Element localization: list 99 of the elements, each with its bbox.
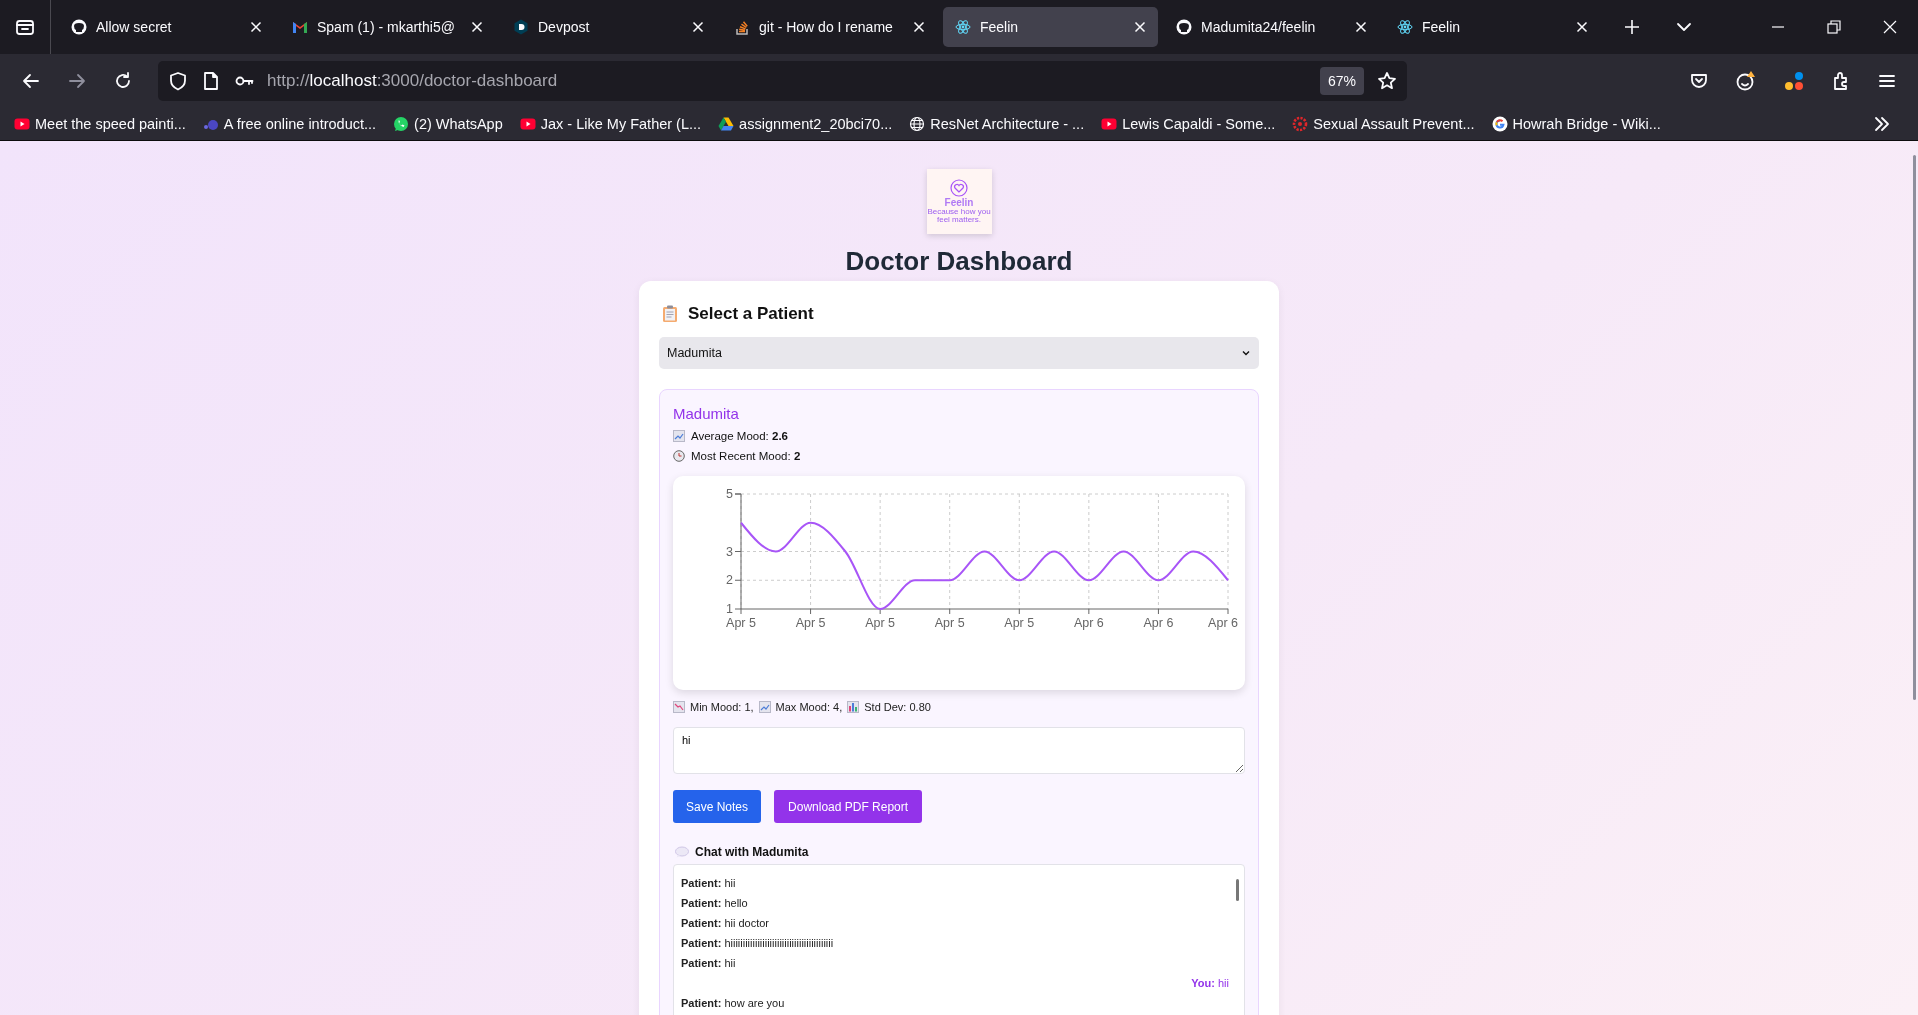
- atom-icon: [955, 19, 971, 35]
- logo-text: Feelin: [944, 197, 974, 208]
- page-icon[interactable]: [201, 71, 221, 91]
- back-arrow-icon[interactable]: [21, 71, 41, 91]
- close-icon[interactable]: [1355, 21, 1367, 33]
- bookmark-link[interactable]: ResNet Architecture - ...: [909, 116, 1085, 132]
- stat-text: Max Mood: 4,: [775, 701, 843, 713]
- chat-message: Patient: hello: [681, 896, 748, 911]
- chat-message: Patient: how are you: [681, 996, 785, 1011]
- globe-icon: [909, 116, 926, 132]
- chart-up-icon: [673, 430, 685, 442]
- close-icon[interactable]: [1576, 21, 1588, 33]
- forward-arrow-icon[interactable]: [67, 71, 87, 91]
- browser-tab[interactable]: Feelin: [1385, 7, 1600, 47]
- bookmark-link[interactable]: Sexual Assault Prevent...: [1292, 116, 1475, 132]
- axis-label: Apr 5: [795, 616, 826, 630]
- dots-icon[interactable]: [1783, 70, 1805, 92]
- speech-bubble-icon: [675, 846, 689, 858]
- chat-message: Patient: hii: [681, 956, 736, 971]
- close-icon[interactable]: [250, 21, 262, 33]
- circle-logo-icon: [1491, 116, 1508, 132]
- chart-up-icon: [758, 701, 771, 713]
- play-icon: [519, 116, 536, 132]
- axis-label: Apr 6: [1208, 616, 1238, 630]
- bookmark-link[interactable]: assignment2_20bci70...: [718, 116, 893, 132]
- account-icon[interactable]: [1735, 70, 1757, 92]
- bookmark-link[interactable]: A free online introduct...: [202, 116, 377, 132]
- clock-icon: [673, 450, 685, 462]
- chat-message: You: hii: [1191, 976, 1229, 991]
- clipboard-icon: [662, 305, 678, 323]
- bookmark-link[interactable]: Meet the speed painti...: [14, 116, 186, 132]
- envelope-icon: [292, 19, 308, 35]
- circle-logo-icon: [71, 19, 87, 35]
- close-icon[interactable]: [1134, 21, 1146, 33]
- hexagon-icon: [513, 19, 529, 35]
- page-scrollbar[interactable]: [1913, 155, 1916, 700]
- bookmark-link[interactable]: Howrah Bridge - Wiki...: [1491, 116, 1661, 132]
- axis-label: Apr 5: [865, 616, 896, 630]
- restore-icon[interactable]: [1827, 20, 1841, 34]
- url-text: http://localhost:3000/doctor-dashboard: [267, 71, 558, 91]
- bar-chart-icon: [847, 701, 860, 713]
- ring-icon: [1292, 116, 1309, 132]
- axis-label: Apr 5: [726, 616, 756, 630]
- triangle-icon: [718, 116, 735, 132]
- browser-tab[interactable]: Madumita24/feelin: [1164, 7, 1379, 47]
- close-icon[interactable]: [913, 21, 925, 33]
- zoom-level-button[interactable]: 67%: [1319, 67, 1364, 95]
- browser-tab[interactable]: Feelin: [943, 7, 1158, 47]
- patient-name: Madumita: [673, 404, 740, 424]
- axis-label: 2: [726, 573, 733, 588]
- close-icon[interactable]: [471, 21, 483, 33]
- star-icon[interactable]: [1377, 71, 1397, 91]
- reload-icon[interactable]: [113, 71, 133, 91]
- axis-label: 1: [726, 602, 733, 616]
- atom-icon: [1397, 19, 1413, 35]
- axis-label: Apr 6: [1143, 616, 1174, 630]
- stack-icon: [734, 19, 750, 35]
- patient-dropdown[interactable]: Madumita: [659, 337, 1259, 369]
- bookmark-link[interactable]: (2) WhatsApp: [393, 116, 503, 132]
- pocket-icon[interactable]: [1689, 71, 1709, 91]
- axis-label: Apr 6: [1073, 616, 1104, 630]
- close-icon[interactable]: [1883, 20, 1897, 34]
- bookmark-link[interactable]: Jax - Like My Father (L...: [519, 116, 702, 132]
- play-icon: [14, 116, 30, 132]
- section-heading: Select a Patient: [688, 304, 814, 324]
- chevron-down-icon: [1241, 348, 1251, 358]
- plus-icon[interactable]: [1624, 19, 1640, 35]
- circle-logo-icon: [1176, 19, 1192, 35]
- logo-tagline: Because how you feel matters.: [927, 208, 991, 224]
- browser-tab[interactable]: Spam (1) - mkarthi5@: [280, 7, 495, 47]
- stat-text: Most Recent Mood: 2: [691, 450, 801, 462]
- scrollbar-thumb[interactable]: [1236, 879, 1239, 901]
- bookmark-link[interactable]: Lewis Capaldi - Some...: [1101, 116, 1276, 132]
- download-button[interactable]: Download PDF Report: [774, 790, 923, 823]
- axis-label: 3: [726, 544, 733, 559]
- play-icon: [1101, 116, 1118, 132]
- axis-label: 5: [726, 487, 733, 501]
- chat-message: Patient: hii doctor: [681, 916, 770, 931]
- page-title: Doctor Dashboard: [845, 245, 1073, 278]
- address-bar[interactable]: http://localhost:3000/doctor-dashboard 67%: [158, 61, 1407, 101]
- tab-overview-icon[interactable]: [15, 17, 35, 37]
- browser-tab[interactable]: git - How do I rename: [722, 7, 937, 47]
- stat-text: Std Dev: 0.80: [864, 701, 931, 713]
- save-button[interactable]: Save Notes: [673, 790, 762, 823]
- chat-message: Patient: hiiiiiiiiiiiiiiiiiiiiiiiiiiiiiiiiiiiiiiiiii: [681, 936, 834, 951]
- chat-heading: Chat with Madumita: [695, 845, 809, 859]
- close-icon[interactable]: [692, 21, 704, 33]
- chat-message: Patient: hii: [681, 876, 736, 891]
- stat-text: Average Mood: 2.6: [691, 430, 788, 442]
- double-chevron-icon[interactable]: [1873, 115, 1891, 133]
- shield-icon[interactable]: [168, 71, 188, 91]
- chart-down-icon: [673, 701, 685, 713]
- axis-label: Apr 5: [934, 616, 965, 630]
- browser-tab[interactable]: Allow secret: [59, 7, 274, 47]
- stat-text: Min Mood: 1,: [690, 701, 754, 713]
- axis-label: Apr 5: [1004, 616, 1035, 630]
- chat-bubble-icon: [393, 116, 410, 132]
- browser-tab[interactable]: Devpost: [501, 7, 716, 47]
- notes-field[interactable]: hi: [673, 727, 1245, 774]
